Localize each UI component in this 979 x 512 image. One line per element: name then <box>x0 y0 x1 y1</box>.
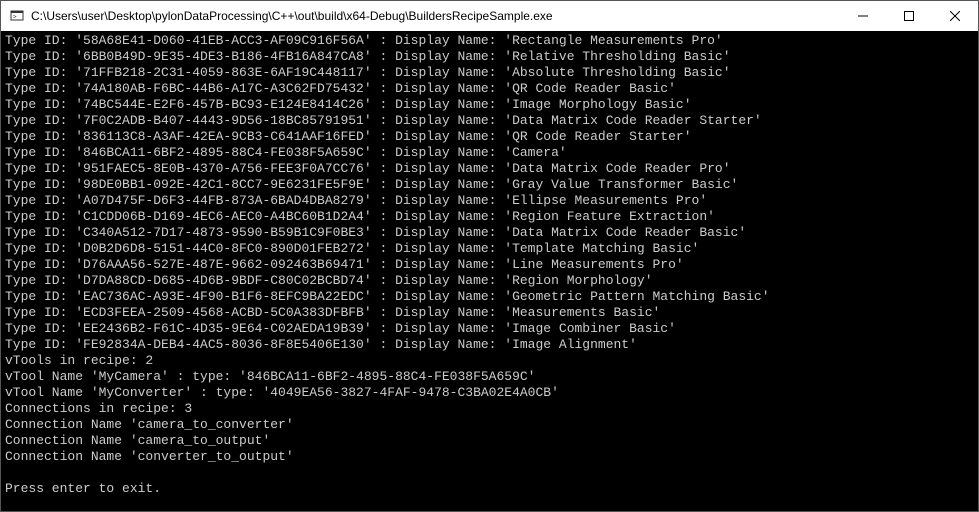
vtool-line: vTool Name 'MyConverter' : type: '4049EA… <box>5 385 974 401</box>
exit-prompt-line: Press enter to exit. <box>5 481 974 497</box>
maximize-button[interactable] <box>886 1 932 31</box>
type-entry-line: Type ID: 'C340A512-7D17-4873-9590-B59B1C… <box>5 225 974 241</box>
window-title: C:\Users\user\Desktop\pylonDataProcessin… <box>31 9 840 23</box>
connections-count-line: Connections in recipe: 3 <box>5 401 974 417</box>
type-entry-line: Type ID: '58A68E41-D060-41EB-ACC3-AF09C9… <box>5 33 974 49</box>
type-entry-line: Type ID: 'C1CDD06B-D169-4EC6-AEC0-A4BC60… <box>5 209 974 225</box>
type-entry-line: Type ID: 'D7DA88CD-D685-4D6B-9BDF-C80C02… <box>5 273 974 289</box>
app-icon: >_ <box>9 8 25 24</box>
type-entry-line: Type ID: 'FE92834A-DEB4-4AC5-8036-8F8E54… <box>5 337 974 353</box>
connection-line: Connection Name 'camera_to_converter' <box>5 417 974 433</box>
type-entry-line: Type ID: 'D76AAA56-527E-487E-9662-092463… <box>5 257 974 273</box>
type-entry-line: Type ID: '951FAEC5-8E0B-4370-A756-FEE3F0… <box>5 161 974 177</box>
type-entry-line: Type ID: 'ECD3FEEA-2509-4568-ACBD-5C0A38… <box>5 305 974 321</box>
vtools-count-line: vTools in recipe: 2 <box>5 353 974 369</box>
connection-line: Connection Name 'camera_to_output' <box>5 433 974 449</box>
type-entry-line: Type ID: '836113C8-A3AF-42EA-9CB3-C641AA… <box>5 129 974 145</box>
type-entry-line: Type ID: 'EAC736AC-A93E-4F90-B1F6-8EFC9B… <box>5 289 974 305</box>
blank-line <box>5 465 974 481</box>
type-entry-line: Type ID: '74A180AB-F6BC-44B6-A17C-A3C62F… <box>5 81 974 97</box>
type-entry-line: Type ID: '98DE0BB1-092E-42C1-8CC7-9E6231… <box>5 177 974 193</box>
window-controls <box>840 1 978 31</box>
type-entry-line: Type ID: 'D0B2D6D8-5151-44C0-8FC0-890D01… <box>5 241 974 257</box>
minimize-button[interactable] <box>840 1 886 31</box>
type-entry-line: Type ID: '846BCA11-6BF2-4895-88C4-FE038F… <box>5 145 974 161</box>
vtool-line: vTool Name 'MyCamera' : type: '846BCA11-… <box>5 369 974 385</box>
type-entry-line: Type ID: '74BC544E-E2F6-457B-BC93-E124E8… <box>5 97 974 113</box>
type-entry-line: Type ID: 'A07D475F-D6F3-44FB-873A-6BAD4D… <box>5 193 974 209</box>
close-button[interactable] <box>932 1 978 31</box>
type-entry-line: Type ID: 'EE2436B2-F61C-4D35-9E64-C02AED… <box>5 321 974 337</box>
console-output: Type ID: '58A68E41-D060-41EB-ACC3-AF09C9… <box>1 31 978 511</box>
svg-text:>_: >_ <box>13 14 21 21</box>
type-entry-line: Type ID: '71FFB218-2C31-4059-863E-6AF19C… <box>5 65 974 81</box>
type-entry-line: Type ID: '6BB0B49D-9E35-4DE3-B186-4FB16A… <box>5 49 974 65</box>
type-entry-line: Type ID: '7F0C2ADB-B407-4443-9D56-18BC85… <box>5 113 974 129</box>
connection-line: Connection Name 'converter_to_output' <box>5 449 974 465</box>
titlebar[interactable]: >_ C:\Users\user\Desktop\pylonDataProces… <box>1 1 978 31</box>
